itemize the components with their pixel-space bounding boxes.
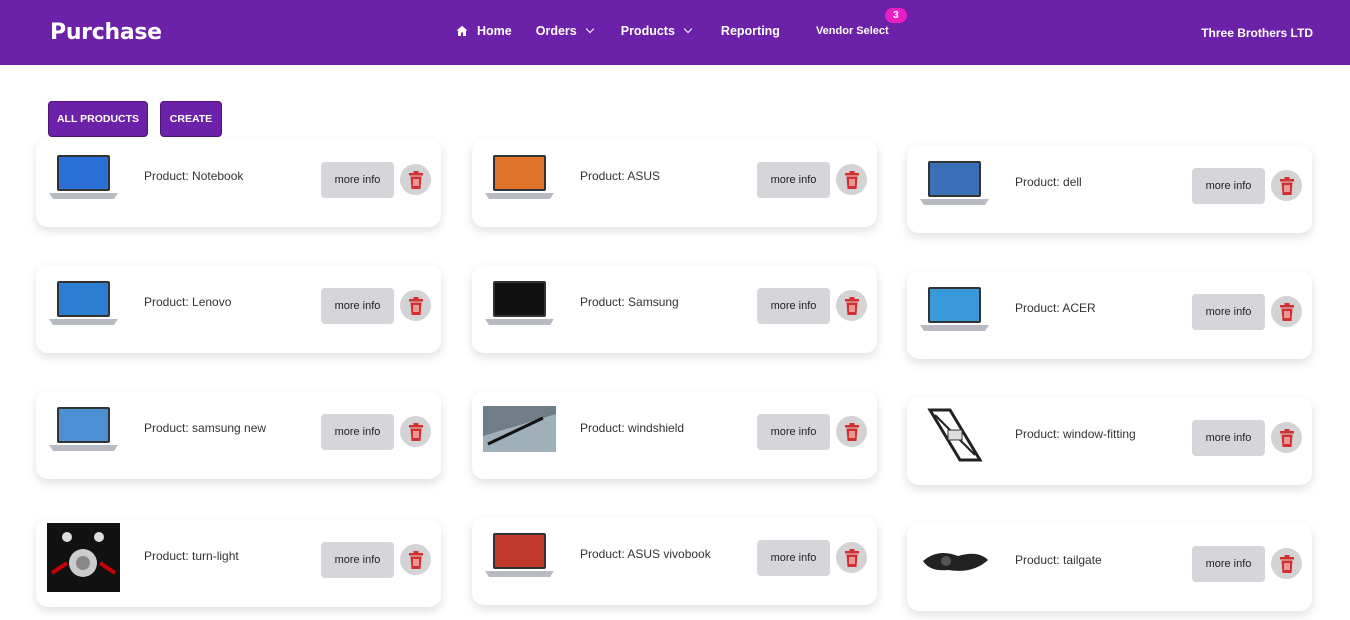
trash-icon	[1279, 302, 1294, 321]
delete-button[interactable]	[400, 164, 431, 195]
product-card: Product: ASUS more info	[472, 139, 877, 227]
product-name: Product: tailgate	[1015, 553, 1102, 567]
trash-icon	[408, 296, 423, 315]
laptop-vivobook-icon	[483, 529, 556, 581]
nav-products-label: Products	[620, 24, 675, 38]
convertible-laptop-icon	[47, 403, 120, 455]
delete-button[interactable]	[836, 416, 867, 447]
product-name: Product: Samsung	[580, 295, 679, 309]
more-info-button[interactable]: more info	[1192, 546, 1265, 582]
product-card: Product: ACER more info	[907, 271, 1312, 359]
brand-title[interactable]: Purchase	[50, 20, 162, 45]
product-name: Product: ASUS vivobook	[580, 547, 711, 561]
trash-icon	[1279, 428, 1294, 447]
product-name: Product: window-fitting	[1015, 427, 1136, 441]
delete-button[interactable]	[836, 164, 867, 195]
trash-icon	[844, 170, 859, 189]
delete-button[interactable]	[400, 416, 431, 447]
more-info-button[interactable]: more info	[757, 162, 830, 198]
product-card: Product: tailgate more info	[907, 523, 1312, 611]
top-navbar: Purchase Home Orders Products Reporting …	[0, 0, 1350, 65]
trash-icon	[844, 422, 859, 441]
product-name: Product: dell	[1015, 175, 1082, 189]
product-card: Product: Lenovo more info	[36, 265, 441, 353]
more-info-button[interactable]: more info	[321, 542, 394, 578]
window-regulator-icon	[918, 408, 991, 462]
delete-button[interactable]	[400, 290, 431, 321]
laptop-windows8-icon	[47, 151, 120, 203]
product-name: Product: Notebook	[144, 169, 244, 183]
delete-button[interactable]	[400, 544, 431, 575]
trash-icon	[1279, 554, 1294, 573]
more-info-button[interactable]: more info	[1192, 294, 1265, 330]
product-name: Product: samsung new	[144, 421, 267, 435]
product-name: Product: windshield	[580, 421, 685, 435]
product-card: Product: windshield more info	[472, 391, 877, 479]
company-name[interactable]: Three Brothers LTD	[1201, 26, 1313, 40]
delete-button[interactable]	[1271, 296, 1302, 327]
chevron-down-icon	[683, 24, 693, 34]
nav-links: Home Orders Products Reporting Vendor Se…	[456, 8, 907, 38]
product-name: Product: turn-light	[144, 549, 239, 563]
tailgate-part-icon	[918, 535, 991, 587]
nav-reporting[interactable]: Reporting	[721, 24, 780, 38]
delete-button[interactable]	[1271, 548, 1302, 579]
more-info-button[interactable]: more info	[757, 540, 830, 576]
product-card: Product: Samsung more info	[472, 265, 877, 353]
trash-icon	[1279, 176, 1294, 195]
product-card: Product: turn-light more info	[36, 519, 441, 607]
trash-icon	[408, 550, 423, 569]
product-card: Product: dell more info	[907, 145, 1312, 233]
trash-icon	[408, 422, 423, 441]
laptop-asus-icon	[483, 151, 556, 203]
trash-icon	[844, 296, 859, 315]
more-info-button[interactable]: more info	[321, 414, 394, 450]
product-card: Product: window-fitting more info	[907, 397, 1312, 485]
laptop-black-screen-icon	[483, 277, 556, 329]
delete-button[interactable]	[836, 290, 867, 321]
nav-reporting-label: Reporting	[720, 24, 780, 38]
product-name: Product: ASUS	[580, 169, 661, 183]
create-button[interactable]: CREATE	[160, 101, 222, 137]
nav-vendor-select-label: Vendor Select	[815, 25, 889, 37]
delete-button[interactable]	[1271, 422, 1302, 453]
nav-home[interactable]: Home	[456, 24, 512, 38]
product-name: Product: ACER	[1015, 301, 1096, 315]
more-info-button[interactable]: more info	[321, 288, 394, 324]
product-card: Product: samsung new more info	[36, 391, 441, 479]
delete-button[interactable]	[836, 542, 867, 573]
nav-vendor-select[interactable]: Vendor Select 3	[815, 8, 907, 37]
more-info-button[interactable]: more info	[757, 288, 830, 324]
more-info-button[interactable]: more info	[321, 162, 394, 198]
delete-button[interactable]	[1271, 170, 1302, 201]
trash-icon	[408, 170, 423, 189]
all-products-button[interactable]: ALL PRODUCTS	[48, 101, 148, 137]
windshield-wiper-icon	[483, 403, 556, 455]
nav-home-label: Home	[477, 24, 512, 38]
laptop-acer-icon	[918, 283, 991, 335]
product-name: Product: Lenovo	[144, 295, 232, 309]
laptop-dell-icon	[918, 157, 991, 209]
trash-icon	[844, 548, 859, 567]
home-icon	[456, 25, 468, 36]
vendor-count-badge: 3	[884, 8, 907, 23]
more-info-button[interactable]: more info	[1192, 168, 1265, 204]
nav-orders-label: Orders	[535, 24, 577, 38]
laptop-windows7-icon	[47, 277, 120, 329]
product-card: Product: Notebook more info	[36, 139, 441, 227]
nav-orders[interactable]: Orders	[535, 24, 594, 38]
more-info-button[interactable]: more info	[757, 414, 830, 450]
turn-light-bulb-icon	[47, 522, 120, 592]
chevron-down-icon	[585, 24, 594, 34]
nav-products[interactable]: Products	[620, 24, 693, 38]
more-info-button[interactable]: more info	[1192, 420, 1265, 456]
product-card: Product: ASUS vivobook more info	[472, 517, 877, 605]
